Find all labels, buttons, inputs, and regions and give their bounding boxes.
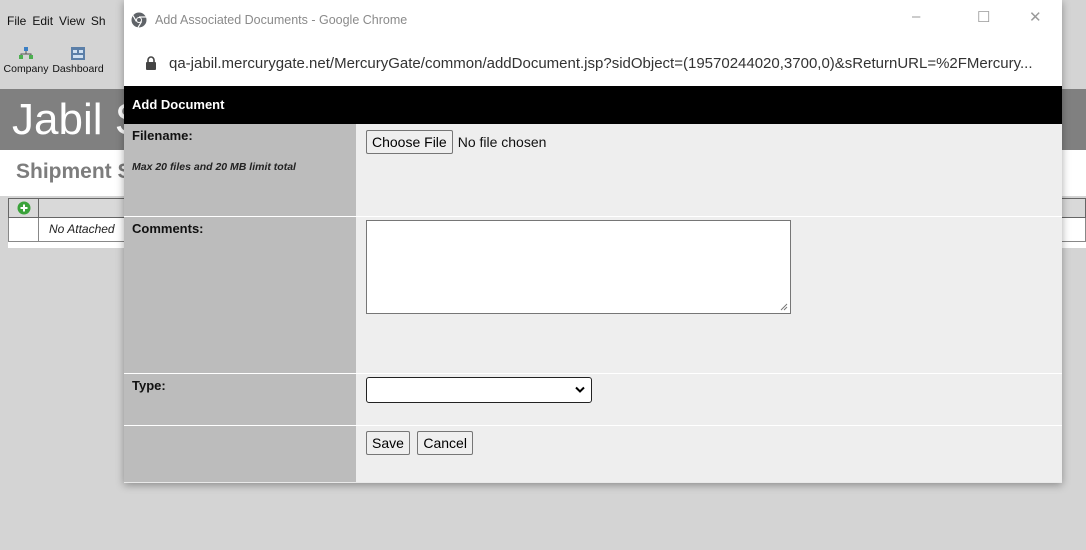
company-icon [19, 47, 33, 59]
menu-view[interactable]: View [59, 14, 85, 28]
maximize-button[interactable]: ☐ [977, 8, 990, 26]
company-button[interactable]: Company [0, 44, 52, 88]
minimize-button[interactable]: – [912, 8, 920, 25]
address-bar[interactable]: qa-jabil.mercurygate.net/MercuryGate/com… [124, 40, 1062, 86]
menu-edit[interactable]: Edit [32, 14, 53, 28]
file-status: No file chosen [457, 134, 547, 150]
menu-file[interactable]: File [7, 14, 26, 28]
comments-label: Comments: [124, 217, 356, 373]
dashboard-icon [71, 47, 85, 60]
menu-shipment[interactable]: Sh [91, 14, 106, 28]
company-label: Company [3, 63, 49, 75]
lock-icon [146, 56, 156, 70]
type-row: Type: [124, 374, 1062, 426]
chrome-icon [131, 12, 147, 28]
add-document-button[interactable] [9, 199, 39, 217]
window-titlebar[interactable]: Add Associated Documents - Google Chrome… [124, 0, 1062, 40]
add-document-form: Add Document Filename: Max 20 files and … [124, 86, 1062, 483]
filename-row: Filename: Max 20 files and 20 MB limit t… [124, 124, 1062, 217]
window-title: Add Associated Documents - Google Chrome [155, 13, 408, 27]
comments-textarea[interactable] [366, 220, 791, 314]
dashboard-label: Dashboard [52, 63, 104, 75]
filename-label-cell: Filename: Max 20 files and 20 MB limit t… [124, 124, 356, 216]
choose-file-button[interactable]: Choose File [366, 130, 453, 154]
resize-grip-icon[interactable] [780, 303, 788, 311]
comments-row: Comments: [124, 217, 1062, 374]
filename-label: Filename: [132, 128, 193, 143]
popup-window: Add Associated Documents - Google Chrome… [124, 0, 1062, 483]
plus-circle-icon [17, 201, 30, 215]
cancel-button[interactable]: Cancel [417, 431, 473, 455]
save-button[interactable]: Save [366, 431, 410, 455]
form-actions: Save Cancel [366, 431, 1062, 455]
url-text: qa-jabil.mercurygate.net/MercuryGate/com… [169, 54, 1033, 72]
filename-limit-note: Max 20 files and 20 MB limit total [132, 161, 296, 173]
dashboard-button[interactable]: Dashboard [52, 44, 104, 88]
actions-row: Save Cancel [124, 426, 1062, 482]
type-select[interactable] [366, 377, 592, 403]
empty-message: No Attached [49, 222, 115, 236]
form-header: Add Document [124, 86, 1062, 124]
chevron-down-icon [575, 386, 585, 393]
type-label: Type: [124, 374, 356, 425]
close-button[interactable]: ✕ [1029, 8, 1042, 26]
file-input[interactable]: Choose File No file chosen [366, 130, 1062, 154]
